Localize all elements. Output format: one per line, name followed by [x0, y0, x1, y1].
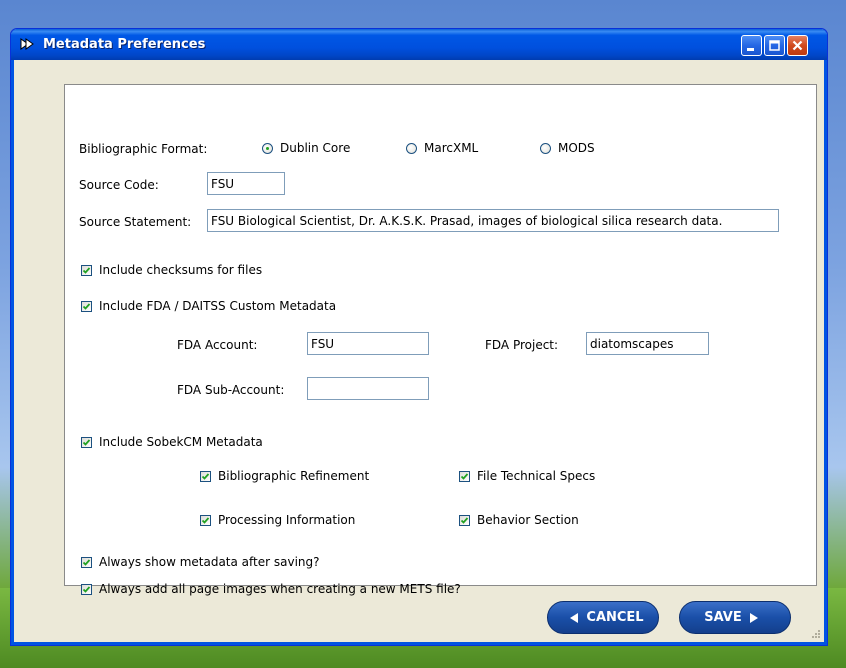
source-code-input[interactable]: [207, 172, 285, 195]
maximize-icon: [769, 40, 780, 51]
bibliographic-refinement-checkbox[interactable]: Bibliographic Refinement: [200, 469, 369, 483]
radio-label: MODS: [558, 141, 595, 155]
processing-information-checkbox[interactable]: Processing Information: [200, 513, 355, 527]
checkbox-box: [81, 436, 92, 448]
minimize-icon: [747, 48, 754, 51]
window-title: Metadata Preferences: [43, 37, 206, 52]
checkmark-icon: [82, 438, 91, 446]
checkbox-box: [81, 556, 92, 568]
source-code-label: Source Code:: [79, 178, 159, 192]
fda-project-label: FDA Project:: [485, 338, 559, 352]
fda-account-input[interactable]: [307, 332, 429, 355]
sobekcm-metadata-checkbox[interactable]: Include SobekCM Metadata: [81, 435, 263, 449]
checkbox-box: [81, 264, 92, 276]
always-add-page-images-checkbox[interactable]: Always add all page images when creating…: [81, 582, 461, 596]
app-icon: [19, 37, 35, 51]
checkbox-box: [81, 583, 92, 595]
checkbox-box: [459, 470, 470, 482]
arrow-left-icon: [570, 612, 579, 623]
checkmark-icon: [460, 516, 469, 524]
checkbox-label: Include SobekCM Metadata: [99, 435, 263, 449]
checkbox-box: [81, 300, 92, 312]
save-button[interactable]: SAVE: [679, 601, 791, 634]
source-statement-label: Source Statement:: [79, 215, 192, 229]
cancel-label: CANCEL: [586, 610, 644, 625]
checkmark-icon: [82, 266, 91, 274]
radio-indicator: [406, 142, 417, 154]
minimize-button[interactable]: [741, 35, 762, 56]
fda-account-label: FDA Account:: [177, 338, 258, 352]
close-icon: [792, 40, 803, 51]
fda-project-input[interactable]: [586, 332, 709, 355]
checkbox-label: Include checksums for files: [99, 263, 263, 277]
checkbox-label: Processing Information: [218, 513, 356, 527]
checkmark-icon: [201, 516, 210, 524]
fda-subaccount-label: FDA Sub-Account:: [177, 383, 285, 397]
checkbox-box: [200, 514, 211, 526]
radio-label: Dublin Core: [280, 141, 351, 155]
checkbox-label: File Technical Specs: [477, 469, 596, 483]
cancel-button[interactable]: CANCEL: [547, 601, 659, 634]
checkbox-label: Include FDA / DAITSS Custom Metadata: [99, 299, 337, 313]
checkmark-icon: [82, 585, 91, 593]
preferences-panel: Bibliographic Format: Dublin Core MarcXM…: [64, 84, 817, 596]
radio-indicator: [540, 142, 551, 154]
save-label: SAVE: [704, 610, 742, 625]
checkmark-icon: [201, 472, 210, 480]
checkbox-box: [200, 470, 211, 482]
arrow-right-icon: [749, 612, 758, 623]
checkmark-icon: [460, 472, 469, 480]
checkbox-label: Always show metadata after saving?: [99, 555, 320, 569]
checkbox-label: Always add all page images when creating…: [99, 582, 461, 596]
checkmark-icon: [82, 302, 91, 310]
radio-dublin-core[interactable]: Dublin Core: [262, 141, 350, 155]
behavior-section-checkbox[interactable]: Behavior Section: [459, 513, 579, 527]
checkmark-icon: [82, 558, 91, 566]
format-label: Bibliographic Format:: [79, 142, 208, 156]
close-button[interactable]: [787, 35, 808, 56]
checksums-checkbox[interactable]: Include checksums for files: [81, 263, 262, 277]
file-technical-specs-checkbox[interactable]: File Technical Specs: [459, 469, 595, 483]
title-bar[interactable]: Metadata Preferences: [11, 29, 827, 60]
radio-marcxml[interactable]: MarcXML: [406, 141, 478, 155]
source-statement-input[interactable]: [207, 209, 779, 232]
checkbox-label: Behavior Section: [477, 513, 579, 527]
resize-grip-icon[interactable]: [809, 627, 821, 639]
radio-mods[interactable]: MODS: [540, 141, 595, 155]
radio-indicator: [262, 142, 273, 154]
checkbox-label: Bibliographic Refinement: [218, 469, 370, 483]
fda-subaccount-input[interactable]: [307, 377, 429, 400]
maximize-button[interactable]: [764, 35, 785, 56]
window-client-area: Bibliographic Format: Dublin Core MarcXM…: [15, 60, 823, 641]
radio-label: MarcXML: [424, 141, 479, 155]
always-show-metadata-checkbox[interactable]: Always show metadata after saving?: [81, 555, 320, 569]
checkbox-box: [459, 514, 470, 526]
metadata-preferences-window: Metadata Preferences Bibliographic Forma…: [10, 28, 828, 646]
fda-metadata-checkbox[interactable]: Include FDA / DAITSS Custom Metadata: [81, 299, 336, 313]
